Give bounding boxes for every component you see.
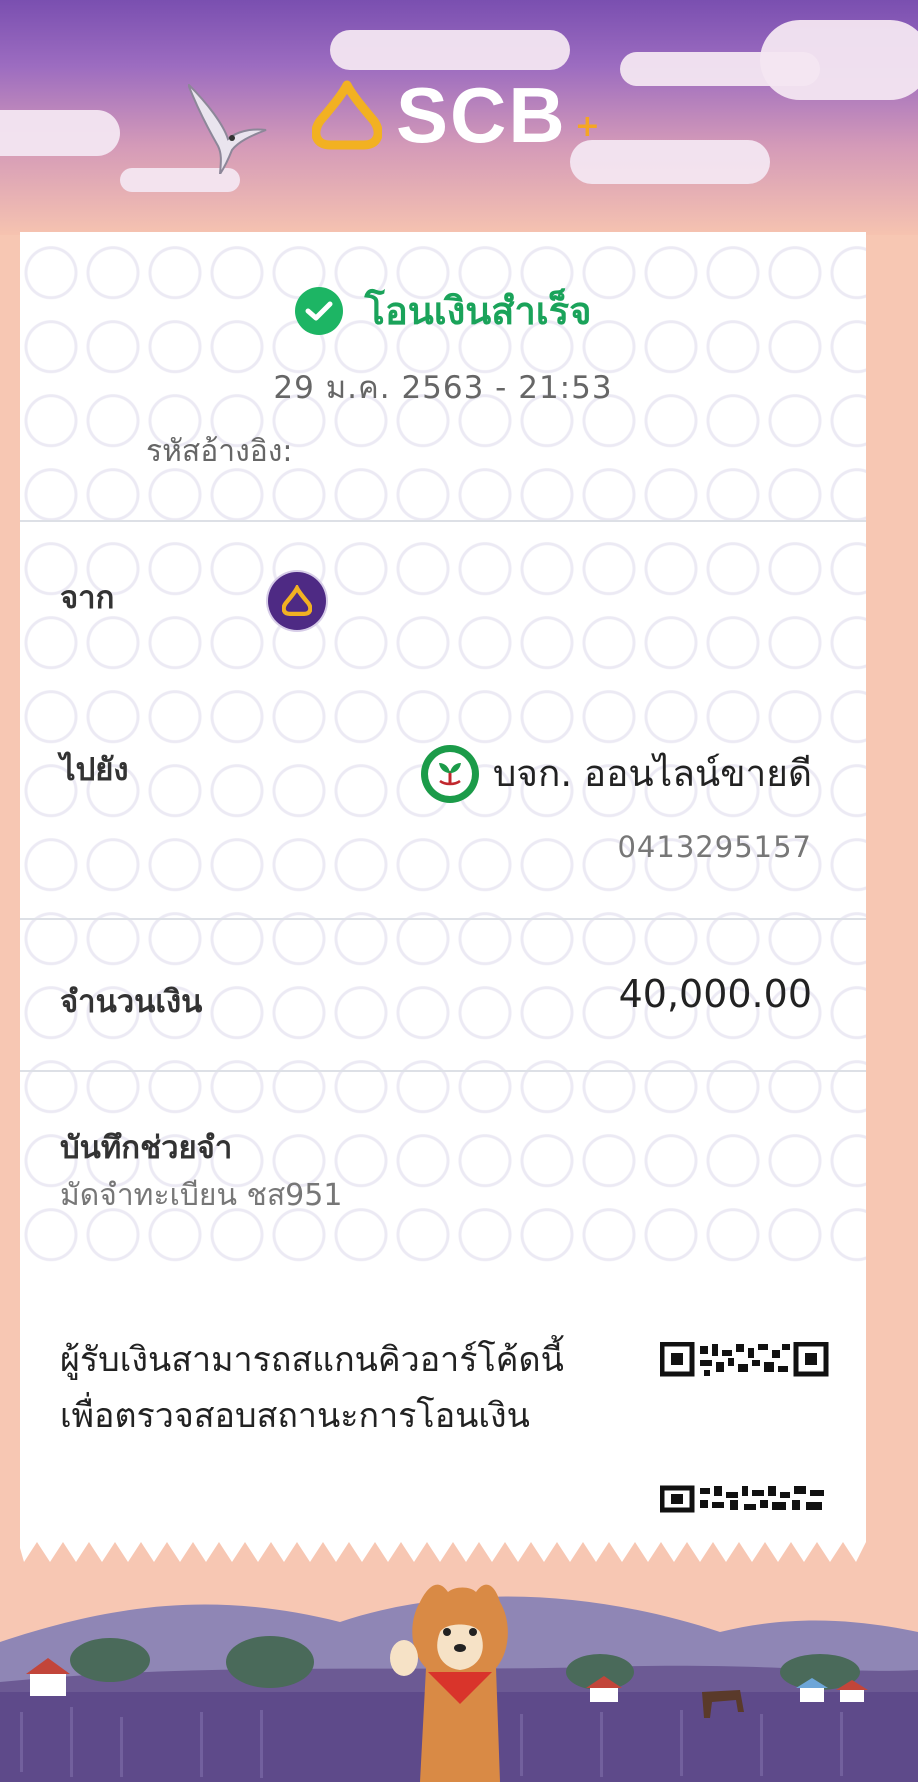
footer-illustration (0, 1562, 918, 1782)
kbank-icon (420, 744, 479, 803)
qr-code-top (660, 1342, 829, 1377)
header-banner: SCB + (0, 0, 918, 235)
recipient-account: 0413295157 (617, 830, 812, 864)
amount-value: 40,000.00 (618, 972, 812, 1016)
transfer-slip-card: โอนเงินสำเร็จ 29 ม.ค. 2563 - 21:53 รหัสอ… (20, 232, 866, 1542)
cloud-decoration (760, 20, 918, 100)
qr-instruction-line1: ผู้รับเงินสามารถสแกนคิวอาร์โค้ดนี้ (60, 1340, 564, 1380)
status-row: โอนเงินสำเร็จ (20, 280, 866, 341)
recipient-info: บจก. ออนไลน์ขายดี (420, 744, 812, 803)
amount-label: จำนวนเงิน (60, 984, 203, 1020)
success-check-icon (294, 286, 343, 335)
qr-instruction-line2: เพื่อตรวจสอบสถานะการโอนเงิน (60, 1396, 530, 1436)
bird-icon (188, 84, 267, 174)
scb-bank-icon (268, 572, 326, 630)
brand-plus: + (574, 108, 600, 144)
cloud-decoration (330, 30, 570, 70)
scb-logo-icon (312, 80, 382, 150)
status-text: โอนเงินสำเร็จ (364, 289, 592, 333)
divider (20, 918, 866, 920)
divider (20, 1070, 866, 1072)
memo-value: มัดจำทะเบียน ชส951 (60, 1178, 343, 1213)
recipient-name: บจก. ออนไลน์ขายดี (492, 752, 812, 795)
to-label: ไปยัง (60, 752, 129, 788)
scb-logo: SCB + (312, 76, 600, 154)
qr-instruction: ผู้รับเงินสามารถสแกนคิวอาร์โค้ดนี้ เพื่อ… (60, 1332, 564, 1444)
torn-edge (20, 1536, 866, 1562)
cloud-decoration (570, 140, 770, 184)
from-label: จาก (60, 580, 115, 616)
divider (20, 520, 866, 522)
brand-name: SCB (396, 71, 567, 159)
reference-label: รหัสอ้างอิง: (146, 434, 293, 469)
cloud-decoration (0, 110, 120, 156)
qr-code-bottom (660, 1485, 824, 1513)
memo-label: บันทึกช่วยจำ (60, 1130, 233, 1166)
transfer-datetime: 29 ม.ค. 2563 - 21:53 (273, 370, 613, 406)
